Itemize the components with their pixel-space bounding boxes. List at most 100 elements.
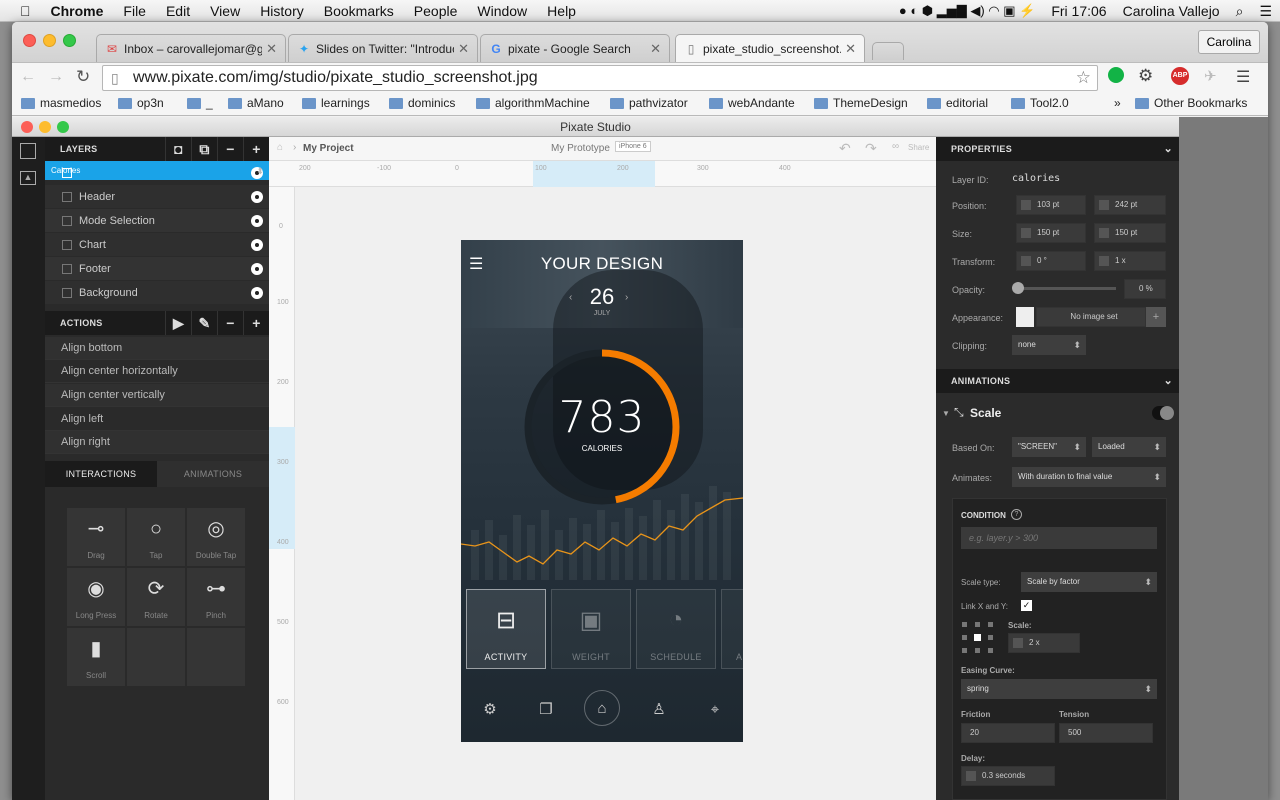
bookmark-folder[interactable]: op3n	[118, 96, 164, 110]
tab-google-search[interactable]: G pixate - Google Search ✕	[480, 34, 670, 62]
bookmark-folder[interactable]: webAndante	[709, 96, 795, 110]
star-icon[interactable]: ☆	[1076, 66, 1091, 90]
apple-icon[interactable]: 	[0, 3, 41, 19]
tension-field: 500	[1059, 723, 1153, 743]
close-window-button[interactable]	[23, 34, 36, 47]
menu-app[interactable]: Chrome	[41, 3, 114, 19]
zoom-window-button[interactable]	[63, 34, 76, 47]
bookmark-folder[interactable]: algorithmMachine	[476, 96, 590, 110]
gesture-drag: ⊸ Drag	[67, 508, 125, 566]
easing-label: Easing Curve:	[961, 666, 1015, 675]
extension-icon[interactable]: ✈	[1204, 67, 1217, 85]
status-icons[interactable]: ● ◐ ⬢ ▂▅▇ ◀) ◠ ▣ ⚡	[891, 3, 1043, 19]
layer-chart: Chart	[45, 233, 269, 257]
address-bar[interactable]: ▯ www.pixate.com/img/studio/pixate_studi…	[102, 65, 1098, 91]
folder-icon	[389, 97, 403, 109]
image-icon: ▲	[20, 171, 36, 185]
menu-bookmarks[interactable]: Bookmarks	[314, 3, 404, 19]
clipping-select: none	[1012, 335, 1086, 355]
menu-help[interactable]: Help	[537, 3, 586, 19]
plus-icon: +	[243, 137, 269, 161]
close-tab-icon[interactable]: ✕	[650, 41, 661, 57]
adblock-icon[interactable]: ABP	[1171, 67, 1189, 85]
bookmark-folder[interactable]: masmedios	[21, 96, 101, 110]
animation-name: Scale	[970, 406, 1002, 420]
long-press-icon: ◉	[87, 578, 105, 600]
back-icon[interactable]: ←	[20, 68, 36, 86]
height-field: 150 pt	[1094, 223, 1166, 243]
tab-pixate-screenshot[interactable]: ▯ pixate_studio_screenshot.jp ✕	[675, 34, 865, 63]
help-icon: ?	[1011, 509, 1022, 520]
layer-list: Calories Header Mode Selection Chart Foo…	[45, 161, 269, 308]
other-bookmarks[interactable]: Other Bookmarks	[1135, 96, 1247, 110]
browser-toolbar: ← → ↻ ▯ www.pixate.com/img/studio/pixate…	[12, 62, 1268, 92]
gear-icon[interactable]: ⚙	[1138, 66, 1153, 86]
scale-field: 1 x	[1094, 251, 1166, 271]
artboard-icon	[20, 143, 36, 159]
clipping-label: Clipping:	[952, 341, 988, 351]
bookmark-folder[interactable]: _	[187, 96, 213, 110]
tab-inbox[interactable]: ✉ Inbox – carovallejomar@gm ✕	[96, 34, 286, 62]
user-name[interactable]: Carolina Vallejo	[1115, 3, 1228, 19]
opacity-slider	[1016, 287, 1116, 290]
layer-id-value: calories	[1012, 173, 1061, 184]
menu-history[interactable]: History	[250, 3, 314, 19]
opacity-label: Opacity:	[952, 285, 986, 295]
drag-icon: ⊸	[87, 518, 105, 540]
dumbbell-icon: ⊟	[495, 607, 517, 634]
minimize-window-button[interactable]	[43, 34, 56, 47]
scale-type-select: Scale by factor	[1021, 572, 1157, 592]
clock[interactable]: Fri 17:06	[1043, 3, 1114, 19]
bookmark-folder[interactable]: Tool2.0	[1011, 96, 1069, 110]
bookmark-folder[interactable]: pathvizator	[610, 96, 688, 110]
list-icon[interactable]: ☰	[1251, 3, 1280, 20]
close-tab-icon[interactable]: ✕	[458, 41, 469, 57]
folder-icon	[709, 97, 723, 109]
canvas-topbar: ⌂ › My Project My Prototype iPhone 6 ↶ ↷…	[269, 137, 936, 161]
calorie-value: 783	[558, 392, 646, 443]
hangouts-icon[interactable]	[1108, 67, 1124, 83]
bookmarks-overflow[interactable]: »	[1114, 96, 1121, 110]
scale-label: Scale:	[1008, 621, 1032, 630]
close-tab-icon[interactable]: ✕	[266, 41, 277, 57]
minimize-dot	[39, 121, 51, 133]
activity-chart	[461, 486, 743, 580]
profile-button[interactable]: Carolina	[1198, 30, 1260, 54]
page-icon: ▯	[687, 42, 695, 56]
menu-window[interactable]: Window	[467, 3, 537, 19]
based-on-label: Based On:	[952, 443, 995, 453]
canvas-area: ⌂ › My Project My Prototype iPhone 6 ↶ ↷…	[269, 137, 936, 800]
bookmark-folder[interactable]: learnings	[302, 96, 370, 110]
new-tab-button[interactable]	[872, 42, 904, 60]
reload-icon[interactable]: ↻	[76, 67, 90, 87]
menu-edit[interactable]: Edit	[156, 3, 200, 19]
folder-icon	[118, 97, 132, 109]
search-icon[interactable]: ⌕	[1228, 3, 1252, 20]
action-item: Align bottom	[45, 337, 269, 360]
menu-bar:  Chrome File Edit View History Bookmark…	[0, 0, 1280, 22]
visibility-icon	[251, 263, 263, 275]
opacity-knob	[1012, 282, 1024, 294]
gesture-empty	[127, 628, 185, 686]
bookmark-folder[interactable]: ThemeDesign	[814, 96, 908, 110]
close-dot	[21, 121, 33, 133]
menu-view[interactable]: View	[200, 3, 250, 19]
rotation-field: 0 °	[1016, 251, 1086, 271]
forward-icon[interactable]: →	[48, 68, 64, 86]
menu-people[interactable]: People	[404, 3, 468, 19]
tile-activity: ⊟ ACTIVITY	[466, 589, 546, 669]
properties-panel: PROPERTIES ⌄ Layer ID: calories Position:…	[936, 137, 1179, 800]
bookmark-folder[interactable]: editorial	[927, 96, 988, 110]
double-tap-icon: ◎	[207, 518, 225, 540]
bookmark-folder[interactable]: aMano	[228, 96, 284, 110]
menu-file[interactable]: File	[113, 3, 156, 19]
close-tab-icon[interactable]: ✕	[845, 41, 856, 57]
scale-value-field: 2 x	[1008, 633, 1080, 653]
action-list: Align bottom Align center horizontally A…	[45, 337, 269, 455]
layer-image-icon: ◘	[165, 137, 191, 161]
menu-icon[interactable]: ☰	[1236, 67, 1250, 87]
home-icon: ⌂	[277, 142, 284, 153]
tab-twitter[interactable]: ✦ Slides on Twitter: "Introduc ✕	[288, 34, 478, 62]
bookmark-folder[interactable]: dominics	[389, 96, 455, 110]
friction-field: 20	[961, 723, 1055, 743]
